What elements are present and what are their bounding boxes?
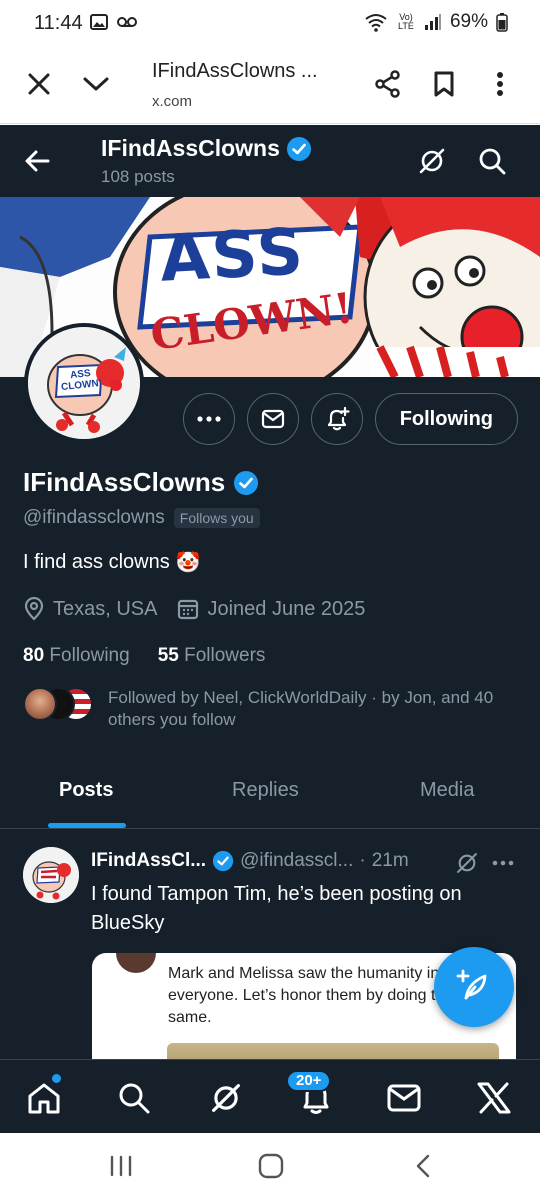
bell-plus-icon [327, 406, 350, 431]
more-options-button[interactable] [182, 393, 235, 445]
battery-percent: 69% [449, 11, 488, 32]
followers-count-link[interactable]: 55 Followers [158, 645, 266, 667]
battery-icon [496, 13, 508, 32]
active-tab-indicator [48, 823, 126, 828]
page-title: IFindAssClowns ... [152, 60, 318, 82]
close-icon[interactable] [21, 66, 57, 102]
bookmark-icon[interactable] [426, 66, 462, 102]
tweet-author-handle: @ifindasscl... [240, 850, 354, 871]
wifi-icon [365, 14, 387, 32]
subscribe-notifications-button[interactable] [310, 393, 363, 445]
location-pin-icon [24, 597, 44, 621]
tweet-separator: · [359, 850, 366, 871]
followed-by-row[interactable]: Followed by Neel, ClickWorldDaily · by J… [23, 687, 523, 733]
more-horizontal-icon [197, 416, 221, 422]
x-app: IFindAssClowns 108 posts ASS CLOWN! ASS … [0, 125, 540, 1133]
following-count-link[interactable]: 80 Following [23, 645, 130, 667]
bio-text: I find ass clowns [23, 551, 170, 573]
profile-display-name: IFindAssClowns [23, 467, 226, 497]
system-navigation-bar [0, 1133, 540, 1200]
verified-badge-icon [212, 850, 234, 872]
share-icon[interactable] [370, 66, 406, 102]
profile-actions: Following [182, 393, 518, 445]
compose-post-button[interactable] [434, 947, 514, 1027]
message-button[interactable] [246, 393, 299, 445]
tab-media[interactable]: Media [420, 779, 474, 802]
voicemail-icon [117, 17, 137, 27]
follower-avatar [23, 687, 57, 721]
post-count: 108 posts [101, 167, 175, 186]
recent-apps-icon[interactable] [104, 1151, 138, 1181]
notification-count-badge: 20+ [286, 1070, 332, 1092]
back-arrow-icon[interactable] [22, 145, 54, 177]
tab-replies[interactable]: Replies [232, 779, 299, 802]
messages-envelope-icon[interactable] [384, 1078, 424, 1118]
network-label: Vo) LTE [398, 12, 414, 31]
nav-profile-name: IFindAssClowns [101, 135, 280, 161]
chevron-down-icon[interactable] [78, 66, 114, 102]
explore-search-icon[interactable] [114, 1078, 154, 1118]
verified-badge-icon [234, 470, 259, 495]
follow-counts: 80 Following 55 Followers [23, 645, 265, 667]
grok-icon[interactable] [416, 145, 448, 177]
home-icon[interactable] [24, 1078, 64, 1118]
clown-emoji-icon: 🤡 [175, 552, 201, 574]
tweet-timestamp[interactable]: 21m [372, 850, 409, 872]
verified-badge-icon [286, 136, 311, 161]
back-nav-icon[interactable] [406, 1151, 440, 1181]
grok-icon[interactable] [454, 850, 480, 876]
status-bar: 11:44 Vo) LTE 69% [0, 0, 540, 46]
profile-top-nav: IFindAssClowns 108 posts [0, 125, 540, 197]
profile-joined-date: Joined June 2025 [207, 597, 366, 620]
bottom-navigation: 20+ [0, 1059, 540, 1133]
more-vertical-icon[interactable] [482, 66, 518, 102]
follows-you-badge: Follows you [173, 508, 260, 528]
profile-bio: I find ass clowns 🤡 [23, 550, 201, 575]
browser-toolbar: IFindAssClowns ... x.com [0, 46, 540, 124]
tab-posts[interactable]: Posts [59, 779, 113, 802]
grok-icon[interactable] [206, 1078, 246, 1118]
search-icon[interactable] [476, 145, 508, 177]
page-url: x.com [152, 93, 193, 110]
profile-handle: @ifindassclowns [23, 507, 165, 528]
tweet-author-name[interactable]: IFindAssCl... [91, 850, 206, 872]
tweet-text: I found Tampon Tim, he’s been posting on… [91, 883, 462, 934]
profile-avatar[interactable]: ASS CLOWN! [24, 323, 144, 443]
signal-icon [424, 14, 441, 30]
profile-meta: Texas, USA Joined June 2025 [23, 597, 375, 621]
profile-location: Texas, USA [53, 597, 158, 620]
envelope-icon [261, 409, 284, 429]
banner-text-ass: ASS [158, 215, 307, 297]
x-logo-icon[interactable] [474, 1078, 514, 1118]
gallery-icon [90, 14, 108, 30]
more-horizontal-icon[interactable] [490, 850, 516, 876]
home-unread-dot [52, 1074, 61, 1083]
home-button-icon[interactable] [254, 1151, 288, 1181]
followed-by-text: Followed by Neel, ClickWorldDaily · by J… [108, 688, 494, 729]
status-time: 11:44 [34, 12, 83, 34]
tweet-author-avatar[interactable] [23, 847, 79, 903]
calendar-icon [178, 599, 199, 620]
feather-plus-icon [456, 969, 487, 1000]
following-button[interactable]: Following [374, 393, 518, 445]
quoted-avatar [116, 953, 156, 973]
profile-tabs: Posts Replies Media [0, 761, 540, 829]
